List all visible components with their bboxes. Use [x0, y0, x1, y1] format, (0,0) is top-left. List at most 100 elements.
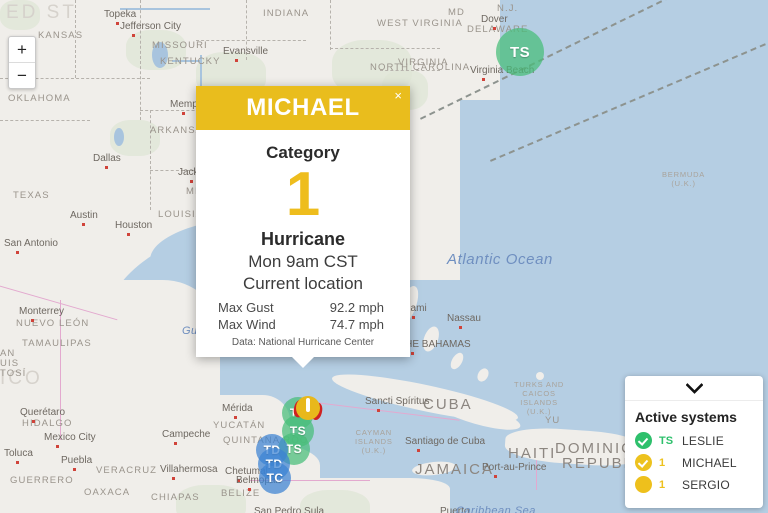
island-bahamas [448, 350, 466, 372]
chevron-down-icon [685, 382, 703, 394]
legend-category: TS [659, 434, 674, 447]
legend-item-michael[interactable]: 1 MICHAEL [635, 454, 753, 471]
map-label-water: Caribbean Sea [456, 505, 536, 513]
city-dot [172, 477, 175, 480]
map-label-city: Nassau [447, 313, 481, 324]
city-dot [417, 449, 420, 452]
lake [114, 128, 124, 146]
city-dot [482, 78, 485, 81]
data-source: Data: National Hurricane Center [231, 336, 375, 348]
state-border [150, 110, 151, 210]
city-dot [377, 409, 380, 412]
metric-value: 92.2 mph [329, 299, 384, 315]
city-dot [248, 488, 251, 491]
map-label-territory: TURKS AND CAICOS ISLANDS (U.K.) [514, 380, 565, 416]
hurricane-symbol-icon[interactable] [290, 392, 326, 428]
river [120, 8, 210, 10]
legend-category: 1 [659, 478, 666, 491]
legend-storm-name: LESLIE [682, 433, 724, 448]
legend-storm-name: SERGIO [682, 477, 730, 492]
city-dot [82, 223, 85, 226]
country-border [60, 300, 61, 440]
active-systems-legend: Active systems TS LESLIE 1 MICHAEL 1 SERGIO [625, 376, 763, 508]
city-dot [56, 445, 59, 448]
city-dot [127, 233, 130, 236]
city-dot [132, 34, 135, 37]
city-dot [494, 475, 497, 478]
river [172, 60, 202, 62]
popup-body: Category 1 Hurricane Mon 9am CST Current… [196, 130, 410, 357]
legend-item-sergio[interactable]: 1 SERGIO [635, 476, 753, 493]
map-label-state: YU [545, 415, 561, 426]
checkmark-icon[interactable] [635, 432, 652, 449]
vegetation-patch [176, 485, 246, 513]
state-border [330, 0, 331, 50]
metric-row: Max Wind 74.7 mph [208, 316, 398, 333]
metric-row: Max Gust 92.2 mph [208, 299, 398, 316]
state-border [140, 0, 141, 120]
state-border [0, 120, 90, 121]
lake [152, 42, 168, 68]
checkmark-icon[interactable] [635, 454, 652, 471]
forecast-cone-line [490, 0, 768, 162]
city-dot [31, 319, 34, 322]
storm-marker-tc[interactable]: TC [259, 462, 291, 494]
close-icon[interactable]: × [394, 89, 402, 102]
legend-item-leslie[interactable]: TS LESLIE [635, 432, 753, 449]
city-dot [234, 416, 237, 419]
city-dot [16, 251, 19, 254]
circle-icon[interactable] [635, 476, 652, 493]
metric-label: Max Wind [218, 316, 276, 332]
zoom-control[interactable]: + − [8, 36, 36, 89]
vegetation-patch [300, 490, 370, 513]
island-jamaica [411, 459, 457, 478]
map-application: ED ST ICO KANSAS MISSOURI INDIANA KENTUCKY WES… [0, 0, 768, 513]
storm-info-popup: MICHAEL × Category 1 Hurricane Mon 9am C… [196, 86, 410, 368]
legend-title: Active systems [635, 409, 737, 425]
storm-kind: Hurricane [260, 228, 346, 249]
legend-content: Active systems TS LESLIE 1 MICHAEL 1 SERGIO [625, 401, 763, 508]
city-dot [105, 166, 108, 169]
city-dot [73, 468, 76, 471]
island-bahamas [475, 366, 491, 384]
map-label-territory: BERMUDA (U.K.) [662, 170, 706, 188]
popup-storm-name: MICHAEL [246, 94, 360, 121]
city-dot [459, 326, 462, 329]
zoom-out-button[interactable]: − [9, 63, 35, 88]
state-border [330, 48, 440, 49]
legend-collapse-button[interactable] [625, 376, 763, 401]
popup-header: MICHAEL × [196, 86, 410, 130]
category-number: 1 [285, 160, 321, 229]
observation-time: Mon 9am CST [248, 251, 358, 271]
storm-marker-ts[interactable]: TS [496, 28, 544, 76]
city-dot [174, 442, 177, 445]
island-turks-caicos [536, 372, 544, 380]
city-dot [190, 180, 193, 183]
city-dot [237, 479, 240, 482]
location-label: Current location [242, 273, 363, 293]
state-border [246, 0, 247, 60]
vegetation-patch [0, 0, 40, 30]
city-dot [235, 59, 238, 62]
island-bahamas [419, 324, 443, 354]
country-border [380, 70, 440, 71]
state-border [75, 0, 76, 78]
city-dot [182, 112, 185, 115]
zoom-in-button[interactable]: + [9, 37, 35, 63]
map-label-city: Santiago de Cuba [405, 436, 486, 447]
city-dot [32, 420, 35, 423]
popup-metrics: Max Gust 92.2 mph Max Wind 74.7 mph [208, 299, 398, 333]
city-dot [16, 461, 19, 464]
city-dot [116, 22, 119, 25]
city-dot [493, 27, 496, 30]
metric-label: Max Gust [218, 299, 274, 315]
popup-pointer [292, 356, 314, 368]
city-dot [411, 352, 414, 355]
map-label-water: Atlantic Ocean [447, 251, 553, 268]
map-label-state: N.J. [497, 3, 519, 14]
legend-storm-name: MICHAEL [682, 455, 737, 470]
legend-category: 1 [659, 456, 666, 469]
city-dot [412, 316, 415, 319]
legend-list: TS LESLIE 1 MICHAEL 1 SERGIO [635, 432, 753, 493]
state-border [196, 40, 306, 41]
